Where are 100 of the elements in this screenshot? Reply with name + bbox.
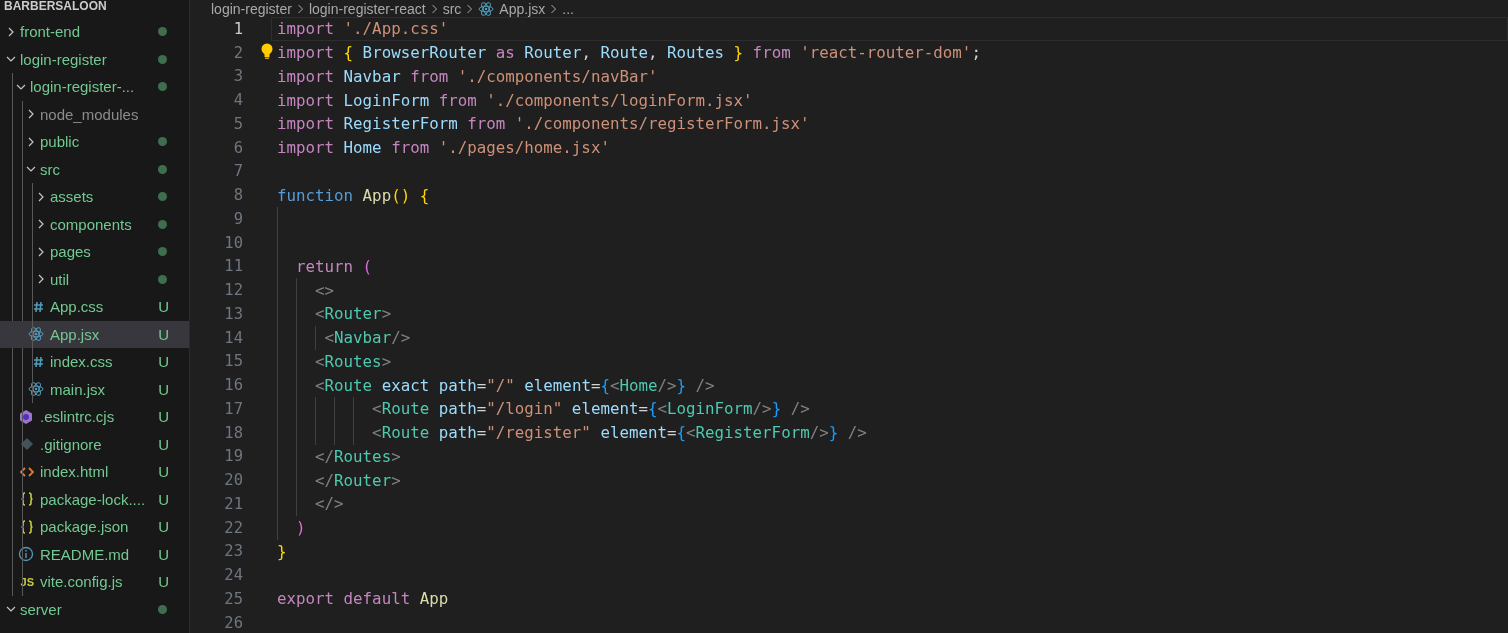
code-line: import Navbar from './components/navBar': [277, 66, 658, 86]
chevron-right-icon: [26, 136, 36, 147]
file-item[interactable]: README.md U: [0, 540, 189, 568]
line-number: 3: [233, 67, 243, 86]
chevron-right-icon: [550, 3, 558, 14]
folder-item[interactable]: node_modules: [0, 100, 189, 128]
file-item[interactable]: .eslintrc.cjs U: [0, 403, 189, 431]
file-item[interactable]: index.html U: [0, 458, 189, 486]
chevron-right-icon: [36, 246, 46, 257]
folder-item[interactable]: public: [0, 128, 189, 156]
code-line: <Route exact path="/" element={<Home/>} />: [314, 375, 715, 395]
chevron-right-icon: [6, 26, 16, 37]
folder-item[interactable]: server: [0, 595, 189, 623]
git-status-label: U: [158, 408, 169, 426]
file-item[interactable]: main.jsx U: [0, 375, 189, 403]
line-number: 17: [224, 399, 243, 418]
file-item[interactable]: App.jsx U: [0, 320, 189, 348]
atom-icon: [28, 381, 44, 398]
file-item[interactable]: index.css U: [0, 348, 189, 376]
folder-item[interactable]: login-register: [0, 45, 189, 73]
braces-icon: [20, 519, 34, 534]
code-line: <>: [314, 280, 335, 300]
folder-item[interactable]: src: [0, 155, 189, 183]
code-line: function App() {: [277, 185, 430, 205]
folder-item[interactable]: components: [0, 210, 189, 238]
line-number: 25: [224, 589, 243, 608]
line-number: 21: [224, 494, 243, 513]
breadcrumb-item[interactable]: App.jsx: [499, 2, 546, 15]
line-number: 19: [224, 447, 243, 466]
code-line: import { BrowserRouter as Router, Route, Routes } from 'react-router-dom';: [277, 43, 981, 63]
line-number: 10: [224, 233, 243, 252]
file-item[interactable]: JS vite.config.js U: [0, 568, 189, 596]
code-line: <Route path="/login" element={<LoginForm/>} />: [371, 399, 810, 419]
code-line: return (: [295, 256, 373, 276]
chevron-right-icon: [36, 191, 46, 202]
file-item[interactable]: package.json U: [0, 513, 189, 541]
chevron-right-icon: [296, 3, 304, 14]
hash-icon: [33, 355, 44, 368]
code-line: import LoginForm from './components/loginForm.jsx': [277, 90, 753, 110]
chevron-right-icon: [26, 109, 36, 120]
chevron-right-icon: [430, 3, 438, 14]
js-icon: JS: [20, 575, 34, 588]
line-number: 8: [233, 186, 243, 205]
explorer-title: BARBERSALOON: [3, 0, 107, 15]
breadcrumb-item[interactable]: src: [442, 2, 462, 15]
hexagon-icon: [18, 408, 34, 425]
atom-icon: [28, 326, 44, 343]
code-line: <Routes>: [314, 351, 392, 371]
line-number: 16: [224, 376, 243, 395]
file-item[interactable]: package-lock.... U: [0, 485, 189, 513]
line-number: 6: [233, 138, 243, 157]
line-number: 18: [224, 423, 243, 442]
git-status-label: U: [158, 325, 169, 343]
line-number: 20: [224, 471, 243, 490]
git-status-label: U: [158, 353, 169, 371]
line-number: 9: [233, 209, 243, 228]
folder-item[interactable]: assets: [0, 183, 189, 211]
braces-icon: [20, 492, 34, 507]
chevron-right-icon: [36, 274, 46, 285]
breadcrumb-item[interactable]: login-register-react: [308, 2, 426, 15]
line-number: 14: [224, 328, 243, 347]
code-line: <Navbar/>: [323, 328, 411, 348]
info-icon: [18, 546, 34, 563]
line-number: 2: [233, 43, 243, 62]
git-status-label: U: [158, 573, 169, 591]
chevron-right-icon: [466, 3, 474, 14]
folder-item[interactable]: pages: [0, 238, 189, 266]
git-status-label: U: [158, 298, 169, 316]
code-line: import './App.css': [277, 19, 449, 39]
lightbulb-icon[interactable]: [260, 42, 274, 60]
git-status-label: U: [158, 545, 169, 563]
git-status-label: U: [158, 380, 169, 398]
file-item[interactable]: .gitignore U: [0, 430, 189, 458]
hash-icon: [33, 300, 44, 313]
atom-icon: [478, 0, 495, 17]
code-line: </>: [314, 494, 344, 514]
code-line: }: [277, 541, 287, 561]
folder-item[interactable]: login-register-...: [0, 73, 189, 101]
line-number: 7: [233, 162, 243, 181]
line-number: 12: [224, 281, 243, 300]
code-line: import Home from './pages/home.jsx': [277, 138, 610, 158]
breadcrumb-item[interactable]: login-register: [211, 2, 292, 15]
line-number: 5: [233, 114, 243, 133]
git-status-label: U: [158, 463, 169, 481]
line-number: 13: [224, 304, 243, 323]
code-line: <Route path="/register" element={<RegisterForm/>} />: [371, 423, 867, 443]
file-item[interactable]: App.css U: [0, 293, 189, 321]
folder-item[interactable]: util: [0, 265, 189, 293]
line-number: 15: [224, 352, 243, 371]
line-number: 22: [224, 518, 243, 537]
code-line: import RegisterForm from './components/registerForm.jsx': [277, 114, 810, 134]
line-number: 24: [224, 566, 243, 585]
code-line: <Router>: [314, 304, 392, 324]
line-number: 26: [224, 613, 243, 632]
line-number: 1: [233, 19, 243, 38]
folder-item[interactable]: front-end: [0, 18, 189, 46]
code-line: </Routes>: [314, 446, 401, 466]
git-status-label: U: [158, 435, 169, 453]
code-line: </Router>: [314, 470, 401, 490]
breadcrumb-item[interactable]: ...: [562, 2, 574, 15]
